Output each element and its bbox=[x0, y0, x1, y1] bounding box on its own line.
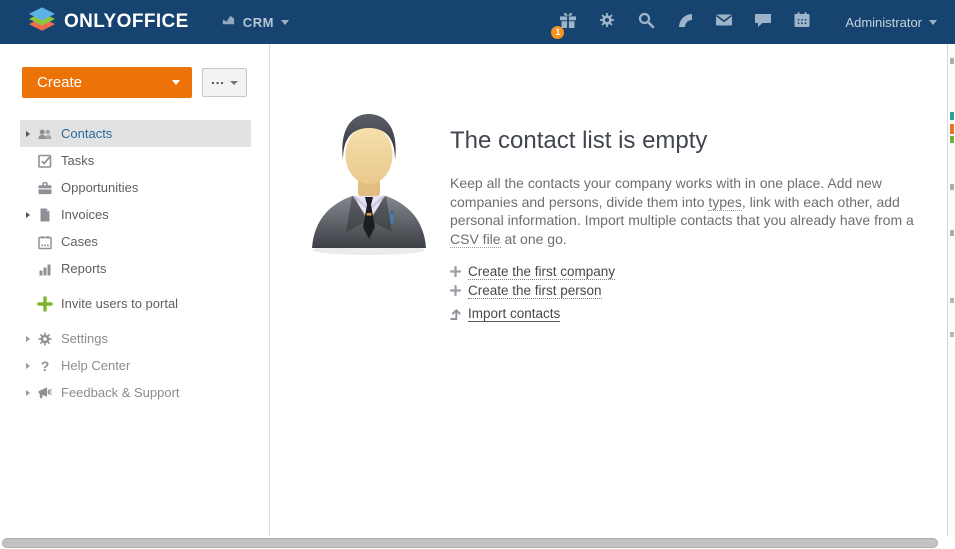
user-menu[interactable]: Administrator bbox=[845, 15, 937, 30]
calendar-button[interactable] bbox=[782, 0, 821, 44]
chevron-down-icon bbox=[172, 80, 180, 85]
logo-text: ONLYOFFICE bbox=[64, 11, 189, 33]
more-actions-button[interactable]: ... bbox=[202, 68, 247, 97]
description-text: at one go. bbox=[501, 231, 567, 247]
top-navbar: ONLYOFFICE CRM bbox=[0, 0, 955, 44]
sidebar-item-opportunities[interactable]: Opportunities bbox=[20, 174, 251, 201]
product-label: CRM bbox=[243, 15, 274, 30]
create-button[interactable]: Create bbox=[22, 67, 192, 98]
sidebar-item-label: Reports bbox=[61, 261, 107, 276]
types-link[interactable]: types bbox=[708, 194, 741, 211]
gift-button[interactable]: 1 bbox=[548, 0, 587, 44]
sidebar-item-invoices[interactable]: Invoices bbox=[20, 201, 251, 228]
tasks-icon bbox=[37, 153, 53, 169]
chevron-down-icon bbox=[230, 81, 238, 85]
contacts-icon bbox=[37, 126, 53, 142]
right-edge-content-sliver bbox=[948, 44, 955, 536]
horizontal-scrollbar-thumb[interactable] bbox=[2, 538, 938, 548]
create-button-label: Create bbox=[37, 74, 172, 91]
mail-icon bbox=[715, 11, 733, 34]
import-contacts-link[interactable]: Import contacts bbox=[450, 304, 615, 323]
question-icon: ? bbox=[37, 358, 53, 374]
sidebar-item-label: Opportunities bbox=[61, 180, 138, 195]
sidebar-item-label: Invoices bbox=[61, 207, 109, 222]
csv-file-link[interactable]: CSV file bbox=[450, 231, 501, 248]
sidebar-item-label: Settings bbox=[61, 331, 108, 346]
mail-button[interactable] bbox=[704, 0, 743, 44]
sidebar-item-label: Feedback & Support bbox=[61, 385, 180, 400]
plus-icon bbox=[450, 266, 463, 277]
gear-icon bbox=[37, 331, 53, 347]
action-label: Create the first company bbox=[468, 264, 615, 280]
sidebar: Create ... bbox=[0, 44, 270, 536]
chat-icon bbox=[754, 11, 772, 34]
chevron-down-icon bbox=[929, 20, 937, 25]
import-icon bbox=[450, 308, 463, 320]
sidebar-item-cases[interactable]: Cases bbox=[20, 228, 251, 255]
sidebar-item-contacts[interactable]: Contacts bbox=[20, 120, 251, 147]
sidebar-item-tasks[interactable]: Tasks bbox=[20, 147, 251, 174]
sidebar-item-label: Invite users to portal bbox=[61, 296, 178, 311]
sidebar-item-help-center[interactable]: ? Help Center bbox=[20, 352, 251, 379]
calendar-icon bbox=[793, 11, 811, 34]
feed-button[interactable] bbox=[665, 0, 704, 44]
empty-state-title: The contact list is empty bbox=[450, 127, 707, 155]
sidebar-item-settings[interactable]: Settings bbox=[20, 325, 251, 352]
empty-state-description: Keep all the contacts your company works… bbox=[450, 174, 924, 248]
gear-icon bbox=[598, 11, 616, 34]
create-first-person-link[interactable]: Create the first person bbox=[450, 281, 615, 300]
megaphone-icon bbox=[37, 385, 53, 401]
sidebar-item-label: Tasks bbox=[61, 153, 94, 168]
user-name: Administrator bbox=[845, 15, 922, 30]
sidebar-item-label: Contacts bbox=[61, 126, 112, 141]
crm-product-icon bbox=[221, 12, 236, 32]
crm-page: ONLYOFFICE CRM bbox=[0, 0, 955, 549]
sidebar-item-feedback-support[interactable]: Feedback & Support bbox=[20, 379, 251, 406]
action-label: Import contacts bbox=[468, 306, 560, 322]
feed-icon bbox=[676, 11, 694, 34]
expand-arrow-icon[interactable] bbox=[26, 363, 30, 369]
action-label: Create the first person bbox=[468, 283, 602, 299]
search-icon bbox=[637, 11, 655, 34]
sidebar-item-label: Cases bbox=[61, 234, 98, 249]
create-first-company-link[interactable]: Create the first company bbox=[450, 262, 615, 281]
settings-button[interactable] bbox=[587, 0, 626, 44]
cases-icon bbox=[37, 234, 53, 250]
main-content: The contact list is empty Keep all the c… bbox=[271, 44, 947, 536]
expand-arrow-icon[interactable] bbox=[26, 212, 30, 218]
reports-icon bbox=[37, 261, 53, 277]
invoices-icon bbox=[37, 207, 53, 223]
product-switcher[interactable]: CRM bbox=[221, 12, 289, 32]
sidebar-item-reports[interactable]: Reports bbox=[20, 255, 251, 282]
gift-badge: 1 bbox=[551, 26, 564, 39]
onlyoffice-logo-icon bbox=[28, 6, 56, 38]
plus-icon bbox=[37, 296, 53, 312]
expand-arrow-icon[interactable] bbox=[26, 390, 30, 396]
plus-icon bbox=[450, 285, 463, 296]
empty-contact-avatar-image bbox=[303, 108, 435, 261]
expand-arrow-icon[interactable] bbox=[26, 336, 30, 342]
empty-state-actions: Create the first company Create the firs… bbox=[450, 262, 615, 323]
search-button[interactable] bbox=[626, 0, 665, 44]
horizontal-scrollbar[interactable] bbox=[0, 536, 955, 549]
chat-button[interactable] bbox=[743, 0, 782, 44]
onlyoffice-logo[interactable]: ONLYOFFICE bbox=[28, 6, 189, 38]
more-actions-label: ... bbox=[211, 72, 225, 87]
sidebar-item-invite-users[interactable]: Invite users to portal bbox=[20, 290, 251, 317]
sidebar-item-label: Help Center bbox=[61, 358, 130, 373]
chevron-down-icon bbox=[281, 20, 289, 25]
expand-arrow-icon[interactable] bbox=[26, 131, 30, 137]
opportunities-icon bbox=[37, 180, 53, 196]
sidebar-menu: Contacts Tasks bbox=[0, 120, 270, 406]
